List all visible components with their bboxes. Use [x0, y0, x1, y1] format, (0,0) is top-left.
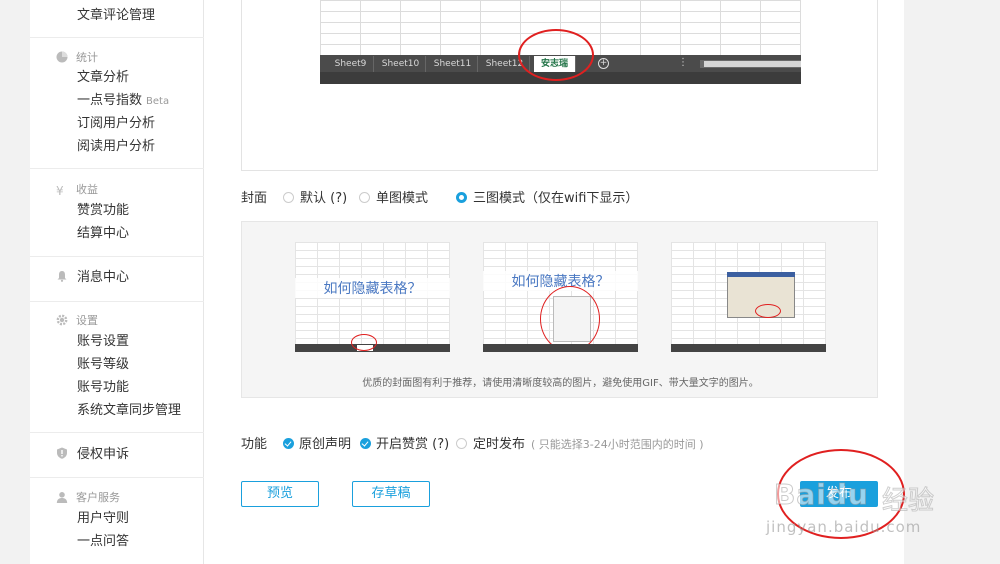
sidebar-item-qa[interactable]: 一点问答: [77, 532, 129, 552]
sidebar: 文章评论管理 统计 文章分析 一点号指数 Beta 订阅用户分析 阅读用户分析 ¥…: [30, 0, 204, 564]
annotation-circle: [777, 449, 905, 539]
cover-thumbnail-1[interactable]: 如何隐藏表格？: [295, 242, 450, 352]
sheet-tab: Sheet9: [328, 56, 374, 72]
more-vertical-icon: ⋮: [678, 57, 688, 68]
user-icon: [56, 492, 68, 503]
preview-button[interactable]: 预览: [241, 481, 319, 507]
enable-reward-label: 开启赞赏 (?): [376, 437, 450, 452]
cover-thumbnail-3[interactable]: [671, 242, 826, 352]
infringement-label: 侵权申诉: [77, 447, 130, 462]
divider: [30, 432, 204, 433]
excel-screenshot: Sheet9 Sheet10 Sheet11 Sheet12 安志瑞 + ⋮: [320, 0, 801, 84]
article-preview: Sheet9 Sheet10 Sheet11 Sheet12 安志瑞 + ⋮: [241, 0, 878, 171]
beta-badge: Beta: [146, 96, 170, 107]
sheet-tab: Sheet11: [428, 56, 478, 72]
checkmark-icon: [360, 438, 371, 449]
annotation-circle: [351, 334, 377, 351]
income-heading: ¥ 收益: [56, 182, 98, 198]
divider: [30, 477, 204, 478]
bell-icon: [57, 271, 67, 282]
divider: [30, 256, 204, 257]
sidebar-item-article-sync[interactable]: 系统文章同步管理: [77, 401, 181, 421]
sidebar-item-infringement[interactable]: 侵权申诉: [56, 445, 129, 465]
service-heading-label: 客户服务: [76, 491, 120, 504]
features-label: 功能: [241, 437, 268, 452]
yen-icon: ¥: [56, 184, 64, 198]
sidebar-item-account-level[interactable]: 账号等级: [77, 355, 129, 375]
sidebar-item-reader-analysis[interactable]: 阅读用户分析: [77, 137, 155, 157]
divider: [30, 168, 204, 169]
gear-icon: [56, 314, 68, 326]
income-heading-label: 收益: [76, 183, 98, 196]
stats-heading-label: 统计: [76, 51, 98, 64]
radio-circle: [456, 438, 467, 449]
thumbnail-tabbar: [483, 344, 638, 352]
divider: [30, 37, 204, 38]
cover-option-triple-label: 三图模式（仅在wifi下显示）: [473, 191, 639, 206]
scrollbar-thumb: [704, 61, 801, 67]
checkmark-icon: [283, 438, 294, 449]
save-draft-button[interactable]: 存草稿: [352, 481, 430, 507]
cover-thumbnail-2[interactable]: 如何隐藏表格？: [483, 242, 638, 352]
sidebar-item-article-analysis[interactable]: 文章分析: [77, 68, 129, 88]
shield-icon: [57, 447, 67, 459]
annotation-circle: [755, 304, 781, 318]
cover-option-single[interactable]: 单图模式: [359, 187, 428, 206]
sidebar-item-settlement[interactable]: 结算中心: [77, 224, 129, 244]
annotation-circle: [540, 286, 600, 352]
scheduled-publish-label: 定时发布: [473, 437, 526, 452]
cover-tip: 优质的封面图有利于推荐，请使用清晰度较高的图片，避免使用GIF、带大量文字的图片…: [362, 378, 759, 389]
sidebar-item-account-functions[interactable]: 账号功能: [77, 378, 129, 398]
sidebar-item-subscriber-analysis[interactable]: 订阅用户分析: [77, 114, 155, 134]
radio-selected: [456, 192, 467, 203]
sidebar-item-comment-management[interactable]: 文章评论管理: [77, 6, 155, 26]
cover-option-triple[interactable]: 三图模式（仅在wifi下显示）: [456, 187, 638, 206]
enable-reward-checkbox[interactable]: 开启赞赏 (?): [360, 433, 449, 452]
original-statement-label: 原创声明: [299, 437, 352, 452]
radio-circle: [359, 192, 370, 203]
divider: [30, 301, 204, 302]
cover-option-single-label: 单图模式: [376, 191, 429, 206]
annotation-circle: [518, 29, 594, 81]
service-heading: 客户服务: [56, 490, 120, 506]
original-statement-checkbox[interactable]: 原创声明: [283, 433, 351, 452]
scheduled-publish-hint: ( 只能选择3-24小时范围内的时间 ): [531, 438, 704, 451]
dialog-titlebar-image: [727, 272, 795, 277]
cover-option-default[interactable]: 默认 (?): [283, 187, 347, 206]
sidebar-item-account-settings[interactable]: 账号设置: [77, 332, 129, 352]
radio-circle: [283, 192, 294, 203]
settings-heading-label: 设置: [76, 314, 98, 327]
sidebar-item-user-rules[interactable]: 用户守则: [77, 509, 129, 529]
add-sheet-icon: +: [598, 58, 609, 69]
pie-chart-icon: [56, 51, 68, 63]
horizontal-scrollbar: [700, 60, 801, 68]
thumbnail-title: 如何隐藏表格？: [295, 278, 450, 298]
thumbnail-tabbar: [671, 344, 826, 352]
settings-heading: 设置: [56, 313, 98, 329]
cover-option-default-label: 默认 (?): [300, 191, 348, 206]
scheduled-publish-checkbox[interactable]: 定时发布 ( 只能选择3-24小时范围内的时间 ): [456, 433, 704, 452]
cover-image-area: 如何隐藏表格？ 如何隐藏表格？ 优质的封面图有利于推荐，请使用清晰度较高的图片，…: [241, 221, 878, 398]
sidebar-item-reward[interactable]: 赞赏功能: [77, 201, 129, 221]
stats-heading: 统计: [56, 50, 98, 66]
sheet-tab: Sheet10: [376, 56, 426, 72]
sidebar-item-message-center[interactable]: 消息中心: [56, 268, 129, 288]
sidebar-item-index-label: 一点号指数: [77, 93, 143, 108]
sidebar-item-index[interactable]: 一点号指数 Beta: [77, 91, 169, 111]
message-center-label: 消息中心: [77, 270, 130, 285]
cover-label: 封面: [241, 191, 268, 206]
